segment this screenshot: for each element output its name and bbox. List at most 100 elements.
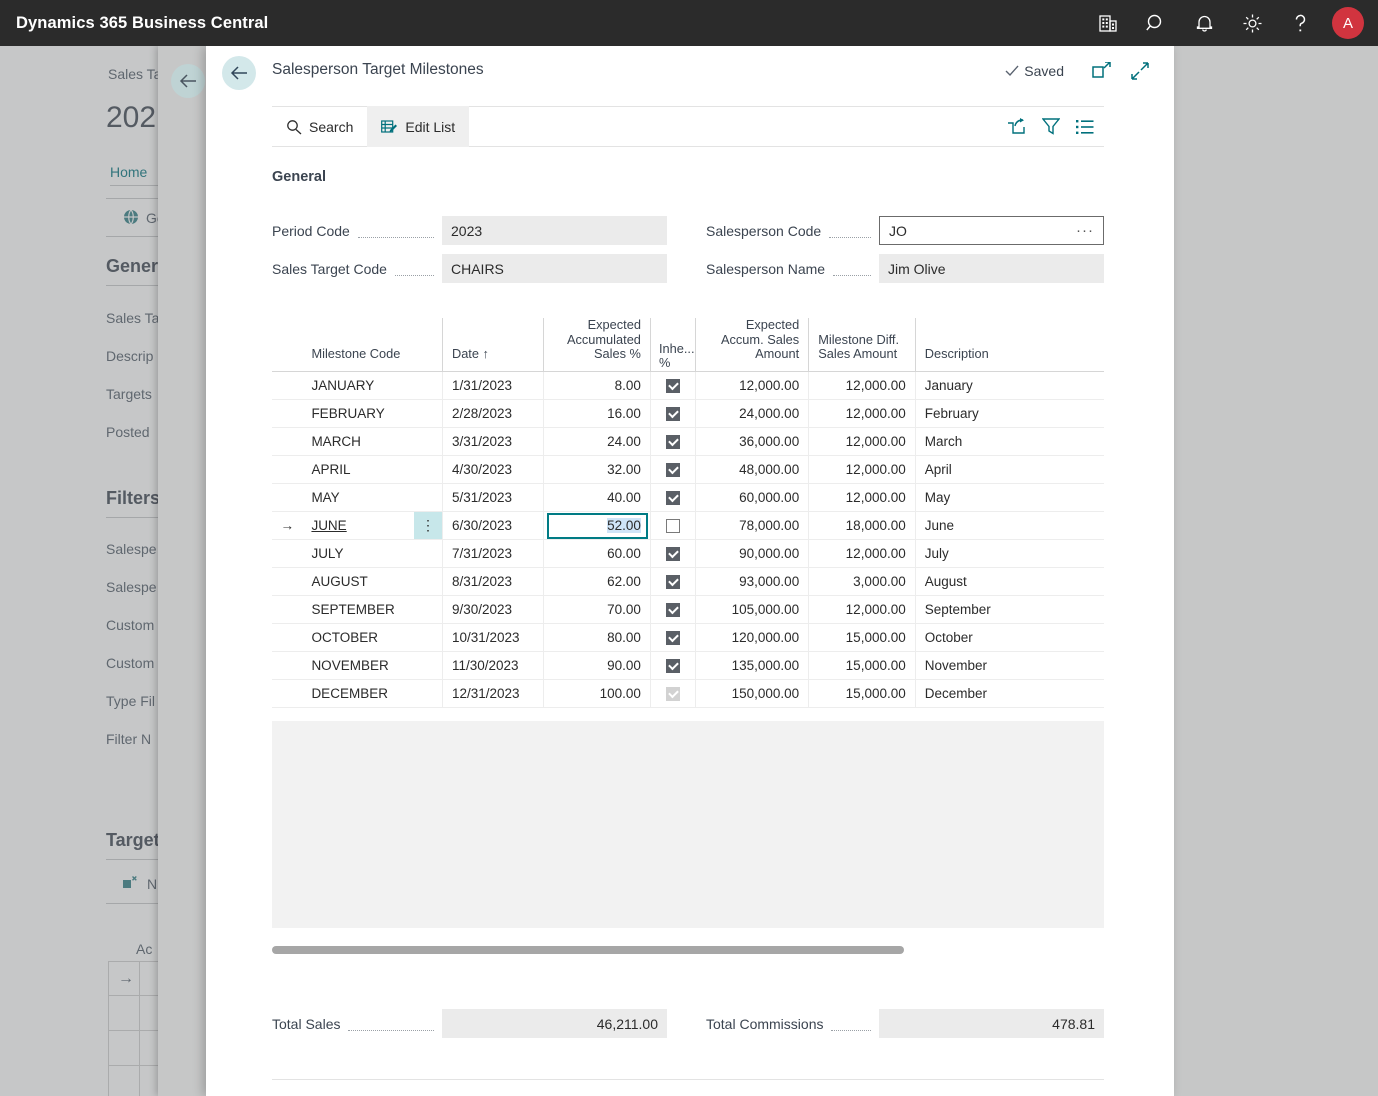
cell-expected-accum-sales-amount[interactable]: 90,000.00 [694, 539, 809, 568]
row-menu-button[interactable] [414, 539, 443, 568]
cell-inherit-pct[interactable] [649, 483, 696, 512]
table-row[interactable]: DECEMBER 12/31/2023 100.00 150,000.00 15,000… [272, 679, 1104, 708]
cell-milestone-diff-sales-amount[interactable]: 12,000.00 [808, 455, 916, 484]
field-salesperson-code[interactable]: Salesperson Code JO ··· [706, 216, 1104, 245]
open-in-new-window-icon[interactable] [1092, 61, 1112, 85]
grid-horizontal-scrollbar[interactable] [272, 946, 1104, 954]
inherit-pct-checkbox[interactable] [665, 546, 680, 561]
cell-expected-accumulated-sales-pct[interactable]: 16.00 [543, 399, 651, 428]
cell-inherit-pct[interactable] [649, 567, 696, 596]
col-expected-amount[interactable]: Expected Accum. Sales Amount [694, 317, 809, 372]
cell-milestone-diff-sales-amount[interactable]: 12,000.00 [808, 427, 916, 456]
cell-description[interactable]: September [914, 595, 1104, 624]
scrollbar-thumb[interactable] [272, 946, 904, 954]
cell-expected-accum-sales-amount[interactable]: 150,000.00 [694, 679, 809, 708]
col-diff-amount[interactable]: Milestone Diff. Sales Amount [808, 318, 916, 372]
cell-inherit-pct[interactable] [649, 399, 696, 428]
search-icon[interactable] [1132, 0, 1180, 46]
cell-milestone-diff-sales-amount[interactable]: 18,000.00 [808, 511, 916, 540]
share-icon[interactable] [1007, 118, 1026, 135]
cell-description[interactable]: October [914, 623, 1104, 652]
inherit-pct-checkbox[interactable] [665, 462, 680, 477]
cell-milestone-code[interactable]: JULY [302, 539, 415, 568]
row-menu-button[interactable] [414, 455, 443, 484]
cell-expected-accum-sales-amount[interactable]: 60,000.00 [694, 483, 809, 512]
back-button[interactable] [222, 56, 256, 90]
expand-icon[interactable] [1130, 62, 1150, 85]
table-row[interactable]: AUGUST 8/31/2023 62.00 93,000.00 3,000.00 Aug… [272, 567, 1104, 596]
inherit-pct-checkbox[interactable] [665, 434, 680, 449]
cell-milestone-code[interactable]: MARCH [302, 427, 415, 456]
salesperson-code-input[interactable]: JO ··· [879, 216, 1104, 245]
table-row[interactable]: NOVEMBER 11/30/2023 90.00 135,000.00 15,000.… [272, 651, 1104, 680]
col-milestone-code[interactable]: Milestone Code [302, 318, 415, 372]
cell-milestone-diff-sales-amount[interactable]: 12,000.00 [808, 539, 916, 568]
cell-inherit-pct[interactable] [649, 595, 696, 624]
cell-milestone-code[interactable]: OCTOBER [302, 623, 415, 652]
cell-expected-accum-sales-amount[interactable]: 105,000.00 [694, 595, 809, 624]
table-row[interactable]: FEBRUARY 2/28/2023 16.00 24,000.00 12,000.00… [272, 399, 1104, 428]
cell-milestone-diff-sales-amount[interactable]: 15,000.00 [808, 679, 916, 708]
cell-expected-accumulated-sales-pct[interactable]: 62.00 [543, 567, 651, 596]
cell-date[interactable]: 4/30/2023 [441, 455, 544, 484]
field-salesperson-name[interactable]: Salesperson Name Jim Olive [706, 254, 1104, 283]
cell-description[interactable]: June [914, 511, 1104, 540]
cell-description[interactable]: January [914, 371, 1104, 400]
cell-inherit-pct[interactable] [649, 371, 696, 400]
row-menu-button[interactable] [414, 399, 443, 428]
cell-expected-accumulated-sales-pct[interactable]: 80.00 [543, 623, 651, 652]
row-menu-button[interactable]: ⋮ [414, 511, 443, 540]
cell-expected-accum-sales-amount[interactable]: 135,000.00 [694, 651, 809, 680]
cell-date[interactable]: 2/28/2023 [441, 399, 544, 428]
cell-date[interactable]: 5/31/2023 [441, 483, 544, 512]
table-row[interactable]: JULY 7/31/2023 60.00 90,000.00 12,000.00 July [272, 539, 1104, 568]
cell-expected-accum-sales-amount[interactable]: 120,000.00 [694, 623, 809, 652]
cell-expected-accumulated-sales-pct[interactable]: 90.00 [543, 651, 651, 680]
field-sales-target-code[interactable]: Sales Target Code CHAIRS [272, 254, 667, 283]
cell-description[interactable]: February [914, 399, 1104, 428]
cell-expected-accumulated-sales-pct[interactable]: 40.00 [543, 483, 651, 512]
inherit-pct-checkbox[interactable] [665, 686, 680, 701]
inherit-pct-checkbox[interactable] [665, 378, 680, 393]
cell-inherit-pct[interactable] [649, 511, 696, 540]
cell-milestone-diff-sales-amount[interactable]: 12,000.00 [808, 595, 916, 624]
cell-milestone-code[interactable]: NOVEMBER [302, 651, 415, 680]
cell-milestone-code[interactable]: JUNE [302, 511, 415, 540]
cell-description[interactable]: November [914, 651, 1104, 680]
col-inherit-pct[interactable]: Inhe...% [649, 318, 696, 372]
cell-expected-accum-sales-amount[interactable]: 24,000.00 [694, 399, 809, 428]
cell-milestone-code[interactable]: JANUARY [302, 371, 415, 400]
inherit-pct-checkbox[interactable] [665, 406, 680, 421]
cell-expected-accumulated-sales-pct[interactable]: 52.00 [543, 511, 651, 540]
cell-description[interactable]: July [914, 539, 1104, 568]
inherit-pct-checkbox[interactable] [665, 602, 680, 617]
table-row[interactable]: → JUNE ⋮ 6/30/2023 52.00 78,000.00 18,000.00 Ju… [272, 511, 1104, 540]
cell-expected-accumulated-sales-pct[interactable]: 24.00 [543, 427, 651, 456]
cell-inherit-pct[interactable] [649, 679, 696, 708]
row-menu-button[interactable] [414, 371, 443, 400]
back-arrow-icon[interactable] [222, 56, 256, 90]
cell-expected-accumulated-sales-pct[interactable]: 70.00 [543, 595, 651, 624]
cell-inherit-pct[interactable] [649, 623, 696, 652]
cell-milestone-code[interactable]: MAY [302, 483, 415, 512]
cell-milestone-diff-sales-amount[interactable]: 12,000.00 [808, 399, 916, 428]
cell-milestone-code[interactable]: SEPTEMBER [302, 595, 415, 624]
cell-expected-accum-sales-amount[interactable]: 36,000.00 [694, 427, 809, 456]
cell-milestone-diff-sales-amount[interactable]: 3,000.00 [808, 567, 916, 596]
edit-list-button[interactable]: Edit List [367, 106, 470, 147]
cell-milestone-code[interactable]: AUGUST [302, 567, 415, 596]
user-avatar[interactable]: A [1332, 7, 1364, 39]
back-button-layer-2[interactable] [171, 64, 205, 98]
cell-milestone-code[interactable]: DECEMBER [302, 679, 415, 708]
cell-date[interactable]: 1/31/2023 [441, 371, 544, 400]
cell-expected-accumulated-sales-pct[interactable]: 32.00 [543, 455, 651, 484]
cell-description[interactable]: March [914, 427, 1104, 456]
cell-expected-accum-sales-amount[interactable]: 48,000.00 [694, 455, 809, 484]
inherit-pct-checkbox[interactable] [665, 574, 680, 589]
row-menu-button[interactable] [414, 623, 443, 652]
filter-icon[interactable] [1042, 118, 1060, 135]
row-menu-button[interactable] [414, 483, 443, 512]
cell-inherit-pct[interactable] [649, 651, 696, 680]
table-row[interactable]: MAY 5/31/2023 40.00 60,000.00 12,000.00 May [272, 483, 1104, 512]
search-button[interactable]: Search [272, 106, 367, 147]
